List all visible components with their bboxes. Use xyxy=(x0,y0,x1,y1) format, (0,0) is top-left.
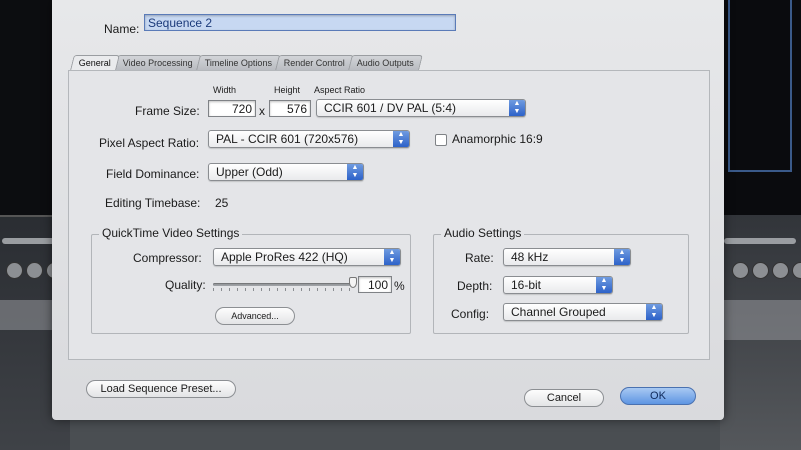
field-dominance-popup[interactable]: Upper (Odd) ▲ ▼ xyxy=(208,163,364,181)
transport-button-icon[interactable] xyxy=(732,262,749,279)
audio-depth-value: 16-bit xyxy=(511,278,542,292)
frame-size-separator: x xyxy=(259,104,265,118)
viewer-canvas-right xyxy=(720,0,801,215)
general-panel: Width Height Aspect Ratio Frame Size: 72… xyxy=(68,70,710,360)
load-sequence-preset-button[interactable]: Load Sequence Preset... xyxy=(86,380,236,398)
tab-general[interactable]: General xyxy=(70,55,120,70)
field-dominance-label: Field Dominance: xyxy=(106,167,200,181)
audio-rate-popup[interactable]: 48 kHz ▲ ▼ xyxy=(503,248,631,266)
editing-timebase-label: Editing Timebase: xyxy=(105,196,201,210)
transport-button-icon[interactable] xyxy=(26,262,43,279)
frame-height-field[interactable]: 576 xyxy=(269,100,311,117)
compressor-label: Compressor: xyxy=(133,251,202,265)
rate-label: Rate: xyxy=(465,251,494,265)
popup-arrows-icon: ▲ ▼ xyxy=(393,131,409,147)
popup-arrows-icon: ▲ ▼ xyxy=(509,100,525,116)
audio-config-popup[interactable]: Channel Grouped ▲ ▼ xyxy=(503,303,663,321)
cancel-button[interactable]: Cancel xyxy=(524,389,604,407)
transport-button-icon[interactable] xyxy=(792,262,801,279)
background-app-right xyxy=(720,0,801,450)
compressor-value: Apple ProRes 422 (HQ) xyxy=(221,250,348,264)
popup-arrows-icon: ▲ ▼ xyxy=(614,249,630,265)
field-dominance-value: Upper (Odd) xyxy=(216,165,283,179)
name-label: Name: xyxy=(104,22,140,36)
quality-field[interactable]: 100 xyxy=(358,276,392,293)
aspect-ratio-value: CCIR 601 / DV PAL (5:4) xyxy=(324,101,457,115)
anamorphic-checkbox[interactable] xyxy=(435,134,447,146)
tab-video-processing[interactable]: Video Processing xyxy=(114,55,202,70)
popup-arrows-icon: ▲ ▼ xyxy=(384,249,400,265)
quality-label: Quality: xyxy=(165,278,206,292)
height-header: Height xyxy=(274,85,301,95)
transport-button-icon[interactable] xyxy=(752,262,769,279)
compressor-popup[interactable]: Apple ProRes 422 (HQ) ▲ ▼ xyxy=(213,248,401,266)
popup-arrows-icon: ▲ ▼ xyxy=(596,277,612,293)
depth-label: Depth: xyxy=(457,279,493,293)
pixel-aspect-ratio-label: Pixel Aspect Ratio: xyxy=(99,136,200,150)
tab-timeline-options[interactable]: Timeline Options xyxy=(196,55,281,70)
quality-slider[interactable] xyxy=(213,283,353,286)
quality-slider-ticks xyxy=(213,288,353,291)
frame-width-field[interactable]: 720 xyxy=(208,100,256,117)
quality-slider-knob[interactable] xyxy=(349,277,357,288)
audio-settings-title: Audio Settings xyxy=(441,226,525,240)
quality-unit: % xyxy=(394,279,405,293)
timeline-area-right xyxy=(720,300,801,340)
scrubber-right[interactable] xyxy=(724,238,796,244)
frame-size-label: Frame Size: xyxy=(135,104,200,118)
audio-depth-popup[interactable]: 16-bit ▲ ▼ xyxy=(503,276,613,294)
editing-timebase-value: 25 xyxy=(215,196,229,210)
sequence-name-field[interactable]: Sequence 2 xyxy=(144,14,456,31)
tab-render-control[interactable]: Render Control xyxy=(275,55,355,70)
sequence-settings-dialog: Name: Sequence 2 General Video Processin… xyxy=(52,0,724,420)
transport-button-icon[interactable] xyxy=(6,262,23,279)
aspect-ratio-popup[interactable]: CCIR 601 / DV PAL (5:4) ▲ ▼ xyxy=(316,99,526,117)
config-label: Config: xyxy=(451,307,490,321)
ok-button[interactable]: OK xyxy=(620,387,696,405)
width-header: Width xyxy=(213,85,237,95)
transport-button-icon[interactable] xyxy=(772,262,789,279)
audio-config-value: Channel Grouped xyxy=(511,305,606,319)
aspect-ratio-header: Aspect Ratio xyxy=(314,85,366,95)
popup-arrows-icon: ▲ ▼ xyxy=(646,304,662,320)
popup-arrows-icon: ▲ ▼ xyxy=(347,164,363,180)
pixel-aspect-ratio-popup[interactable]: PAL - CCIR 601 (720x576) ▲ ▼ xyxy=(208,130,410,148)
tab-bar: General Video Processing Timeline Option… xyxy=(70,55,424,71)
quicktime-settings-title: QuickTime Video Settings xyxy=(99,226,243,240)
anamorphic-label: Anamorphic 16:9 xyxy=(452,132,543,146)
pixel-aspect-ratio-value: PAL - CCIR 601 (720x576) xyxy=(216,132,359,146)
advanced-button[interactable]: Advanced... xyxy=(215,307,295,325)
transport-controls-right xyxy=(732,262,801,280)
tab-audio-outputs[interactable]: Audio Outputs xyxy=(348,55,424,70)
audio-rate-value: 48 kHz xyxy=(511,250,549,264)
